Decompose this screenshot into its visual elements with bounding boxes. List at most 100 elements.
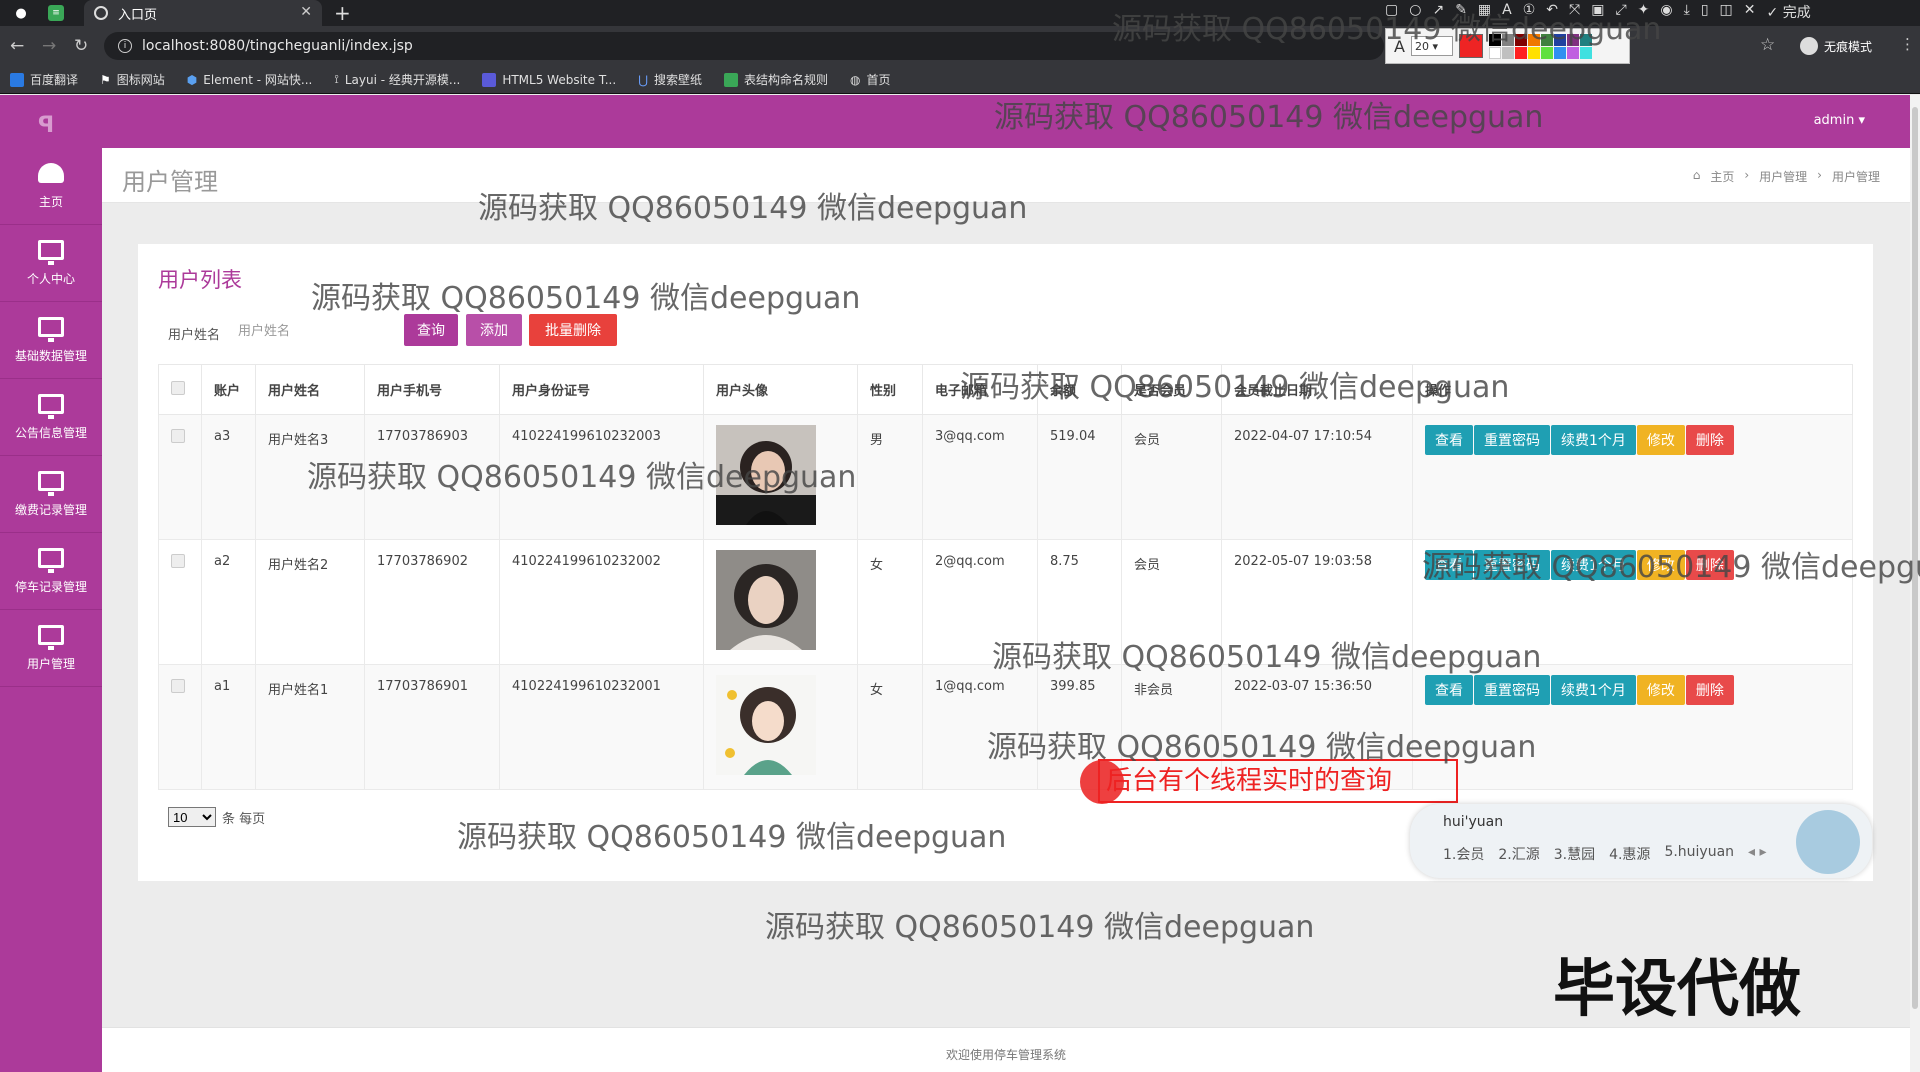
swatch[interactable] [1501, 33, 1514, 46]
ime-candidate[interactable]: 2.汇源 [1498, 844, 1539, 864]
sidebar-item-users[interactable]: 用户管理 [0, 611, 102, 687]
back-icon[interactable]: ← [10, 36, 24, 56]
pin-icon[interactable]: ✦ [1638, 2, 1650, 22]
swatch[interactable] [1540, 46, 1553, 59]
url-field[interactable]: i localhost:8080/tingcheguanli/index.jsp [104, 32, 1384, 60]
sidebar-item-basic-data[interactable]: 基础数据管理 [0, 303, 102, 379]
ime-candidate[interactable]: 1.会员 [1443, 844, 1484, 864]
avatar[interactable] [716, 675, 816, 775]
record-icon[interactable]: ◉ [1660, 2, 1672, 22]
avatar[interactable] [716, 425, 816, 525]
bookmark-item[interactable]: ⚑ 图标网站 [100, 71, 165, 88]
swatch[interactable] [1501, 46, 1514, 59]
swatch[interactable] [1488, 46, 1501, 59]
delete-button[interactable]: 删除 [1685, 675, 1734, 705]
pen-tool-icon[interactable]: ✎ [1455, 2, 1467, 22]
sidebar-item-notice[interactable]: 公告信息管理 [0, 380, 102, 456]
select-all-checkbox[interactable] [171, 380, 185, 395]
view-button[interactable]: 查看 [1425, 550, 1473, 580]
download-icon[interactable]: ⤓ [1684, 2, 1690, 22]
bookmark-item[interactable]: ◍ 首页 [850, 71, 891, 88]
arrow-tool-icon[interactable]: ↗ [1432, 2, 1444, 22]
swatch[interactable] [1566, 33, 1579, 46]
page-scrollbar[interactable] [1910, 95, 1920, 1072]
sidebar-item-payment[interactable]: 缴费记录管理 [0, 457, 102, 533]
bookmark-item[interactable]: 百度翻译 [10, 71, 78, 88]
circle-tool-icon[interactable]: ○ [1409, 2, 1421, 22]
view-button[interactable]: 查看 [1425, 425, 1473, 455]
bookmark-item[interactable]: HTML5 Website T... [482, 72, 616, 87]
breadcrumb-home[interactable]: 主页 [1710, 168, 1734, 185]
incognito-badge[interactable]: 无痕模式 [1800, 37, 1872, 55]
swatch[interactable] [1514, 46, 1527, 59]
crop-icon[interactable]: ⤧ [1569, 2, 1580, 22]
swatch[interactable] [1579, 33, 1592, 46]
ime-candidate[interactable]: 4.惠源 [1609, 844, 1650, 864]
mosaic-tool-icon[interactable]: ▦ [1478, 2, 1491, 22]
avatar[interactable] [716, 550, 816, 650]
row-checkbox[interactable] [171, 554, 185, 568]
swatch[interactable] [1540, 33, 1553, 46]
delete-button[interactable]: 删除 [1685, 425, 1734, 455]
sidebar-item-home[interactable]: 主页 [0, 149, 102, 225]
swatch[interactable] [1527, 46, 1540, 59]
reset-password-button[interactable]: 重置密码 [1474, 550, 1550, 580]
new-tab-icon[interactable]: + [334, 1, 351, 25]
ime-page-arrows-icon[interactable]: ◂ ▸ [1748, 844, 1767, 864]
site-info-icon[interactable]: i [118, 39, 132, 53]
reload-icon[interactable]: ↻ [74, 36, 88, 56]
ocr-icon[interactable]: ▣ [1591, 2, 1604, 22]
renew-button[interactable]: 续费1个月 [1551, 675, 1636, 705]
swatch[interactable] [1553, 33, 1566, 46]
add-button[interactable]: 添加 [466, 314, 522, 346]
pinned-tab-icon[interactable]: ≡ [48, 5, 64, 21]
swatch[interactable] [1488, 33, 1501, 46]
delete-button[interactable]: 删除 [1685, 550, 1734, 580]
sidebar-item-parking[interactable]: 停车记录管理 [0, 534, 102, 610]
reset-password-button[interactable]: 重置密码 [1474, 675, 1550, 705]
renew-button[interactable]: 续费1个月 [1551, 550, 1636, 580]
rect-tool-icon[interactable]: ▢ [1385, 2, 1398, 22]
edit-button[interactable]: 修改 [1636, 550, 1685, 580]
sidebar-item-personal[interactable]: 个人中心 [0, 226, 102, 302]
ime-candidate[interactable]: 5.huiyuan [1664, 844, 1734, 864]
bookmark-item[interactable]: ⟟ Layui - 经典开源模... [334, 71, 460, 88]
current-color-swatch[interactable] [1458, 34, 1483, 58]
row-checkbox[interactable] [171, 679, 185, 693]
done-button[interactable]: ✓ 完成 [1767, 2, 1811, 22]
batch-delete-button[interactable]: 批量删除 [529, 314, 617, 346]
cancel-icon[interactable]: ✕ [1744, 2, 1756, 22]
bookmark-item[interactable]: 表结构命名规则 [724, 71, 828, 88]
bookmark-item[interactable]: ⬢ Element - 网站快... [187, 71, 313, 88]
font-size-select[interactable]: 20 ▾ [1410, 36, 1453, 56]
page-size-select[interactable]: 10 [168, 807, 216, 827]
text-tool-icon[interactable]: A [1502, 2, 1512, 22]
view-button[interactable]: 查看 [1425, 675, 1473, 705]
reset-password-button[interactable]: 重置密码 [1474, 425, 1550, 455]
edit-button[interactable]: 修改 [1636, 675, 1685, 705]
search-name-input[interactable] [238, 316, 398, 346]
bookmark-icon[interactable]: ◫ [1720, 2, 1733, 22]
admin-menu[interactable]: admin ▾ [1814, 113, 1865, 128]
swatch[interactable] [1553, 46, 1566, 59]
undo-icon[interactable]: ↶ [1546, 2, 1558, 22]
ime-candidate[interactable]: 3.慧园 [1554, 844, 1595, 864]
copy-icon[interactable]: ▯ [1701, 2, 1709, 22]
scrollbar-thumb[interactable] [1912, 107, 1918, 1009]
edit-button[interactable]: 修改 [1636, 425, 1685, 455]
forward-icon[interactable]: → [42, 36, 56, 56]
row-checkbox[interactable] [171, 429, 185, 443]
browser-app-icon[interactable]: ● [10, 3, 32, 23]
swatch[interactable] [1514, 33, 1527, 46]
number-tool-icon[interactable]: ① [1523, 2, 1536, 22]
breadcrumb-section[interactable]: 用户管理 [1759, 168, 1807, 185]
bookmark-star-icon[interactable]: ☆ [1760, 35, 1775, 55]
browser-tab[interactable]: 入口页 ✕ [84, 0, 322, 26]
bookmark-item[interactable]: ⋃ 搜索壁纸 [638, 71, 702, 88]
browser-menu-icon[interactable]: ⋮ [1900, 35, 1915, 53]
query-button[interactable]: 查询 [404, 314, 458, 346]
expand-icon[interactable]: ⤢ [1615, 2, 1626, 22]
renew-button[interactable]: 续费1个月 [1551, 425, 1636, 455]
swatch[interactable] [1566, 46, 1579, 59]
swatch[interactable] [1527, 33, 1540, 46]
